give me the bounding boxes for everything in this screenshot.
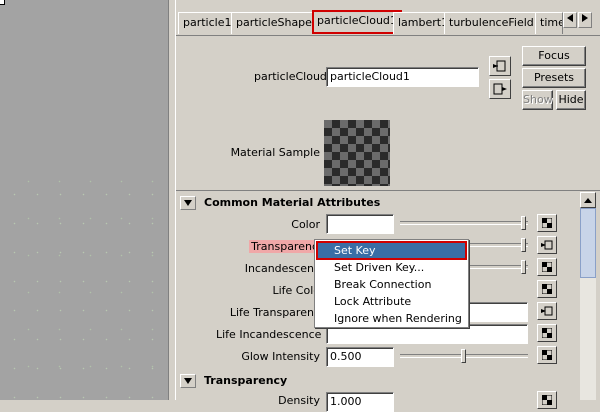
- input-output-icon: [541, 240, 553, 250]
- density-label: Density: [278, 394, 320, 407]
- checker-map-icon: [542, 284, 552, 294]
- tab-time1[interactable]: time1: [535, 12, 563, 34]
- color-label: Color: [291, 218, 320, 231]
- context-menu-item-lock-attribute[interactable]: Lock Attribute: [317, 293, 466, 310]
- section-collapse-button[interactable]: [180, 374, 196, 388]
- input-connection-icon: [493, 60, 506, 72]
- tab-scroll-left-button[interactable]: [563, 12, 577, 28]
- glow-intensity-slider-thumb[interactable]: [460, 349, 466, 363]
- tab-turbulencefield1[interactable]: turbulenceField1: [444, 12, 546, 34]
- triangle-left-icon: [567, 14, 573, 22]
- tab-label: particle1: [183, 16, 232, 29]
- presets-button[interactable]: Presets: [522, 68, 586, 88]
- section-title-transparency: Transparency: [204, 374, 288, 387]
- tab-particle1[interactable]: particle1: [178, 12, 237, 34]
- tab-label: turbulenceField1: [449, 16, 541, 29]
- incandescence-slider-thumb[interactable]: [521, 260, 526, 274]
- color-slider-thumb[interactable]: [521, 216, 526, 230]
- color-map-button[interactable]: [537, 214, 557, 232]
- tab-label: particleCloud1: [317, 14, 397, 27]
- life-color-label: Life Colo: [272, 284, 320, 297]
- input-connection-button[interactable]: [489, 56, 511, 76]
- incandescence-map-button[interactable]: [537, 258, 557, 276]
- viewport-corner-border: [0, 0, 5, 5]
- context-menu: Set Key Set Driven Key... Break Connecti…: [314, 239, 469, 328]
- context-menu-item-set-key[interactable]: Set Key: [316, 241, 467, 260]
- life-transparency-label: Life Transparenc: [229, 306, 320, 319]
- section-title-common: Common Material Attributes: [204, 196, 381, 209]
- focus-button[interactable]: Focus: [522, 46, 586, 66]
- section-collapse-button[interactable]: [180, 196, 196, 210]
- attribute-editor: particle1 particleShape1 particleCloud1 …: [176, 0, 600, 412]
- life-transparency-connection-button[interactable]: [537, 302, 557, 320]
- node-name-field[interactable]: particleCloud1: [326, 67, 479, 87]
- color-swatch[interactable]: [326, 214, 394, 234]
- context-menu-item-break-connection[interactable]: Break Connection: [317, 276, 466, 293]
- transparency-slider-thumb[interactable]: [521, 238, 526, 252]
- glow-intensity-label: Glow Intensity: [241, 350, 320, 363]
- transparency-label: Transparenc: [216, 240, 320, 253]
- tab-bar: particle1 particleShape1 particleCloud1 …: [176, 8, 600, 36]
- context-menu-item-ignore-when-rendering[interactable]: Ignore when Rendering: [317, 310, 466, 327]
- tab-scroll-right-button[interactable]: [578, 12, 592, 28]
- life-incandescence-label: Life Incandescence: [216, 328, 322, 341]
- triangle-right-icon: [582, 14, 588, 22]
- incandescence-label: Incandescenc: [244, 262, 320, 275]
- attribute-panel-scrollbar[interactable]: [580, 192, 596, 400]
- panel-separator[interactable]: [168, 0, 176, 400]
- tab-particleshape1[interactable]: particleShape1: [231, 12, 324, 34]
- output-connection-button[interactable]: [489, 79, 511, 99]
- transparency-connection-button[interactable]: [537, 236, 557, 254]
- life-color-map-button[interactable]: [537, 280, 557, 298]
- viewport-top-area: [0, 0, 168, 175]
- density-field[interactable]: 1.000: [326, 392, 394, 412]
- transparency-label-text: Transparenc: [249, 240, 320, 253]
- life-incandescence-map-button[interactable]: [537, 324, 557, 342]
- triangle-down-icon: [184, 200, 192, 206]
- tab-particlecloud1[interactable]: particleCloud1: [312, 10, 402, 34]
- tab-label: particleShape1: [236, 16, 319, 29]
- triangle-up-icon: [584, 197, 592, 203]
- checker-map-icon: [542, 350, 552, 360]
- scroll-up-button[interactable]: [580, 192, 596, 208]
- checker-map-icon: [542, 395, 552, 405]
- input-output-icon: [541, 306, 553, 316]
- material-sample-swatch: [324, 120, 390, 186]
- color-slider-track[interactable]: [400, 221, 528, 225]
- context-menu-item-set-driven-key[interactable]: Set Driven Key...: [317, 259, 466, 276]
- show-button[interactable]: Show: [522, 90, 553, 110]
- tab-label: time1: [540, 16, 562, 29]
- output-connection-icon: [493, 83, 507, 95]
- density-map-button[interactable]: [537, 391, 557, 409]
- checker-map-icon: [542, 262, 552, 272]
- material-sample-label: Material Sample: [230, 146, 320, 159]
- node-name-label: particleCloud:: [254, 70, 331, 83]
- tab-label: lambert1: [398, 16, 449, 29]
- glow-intensity-field[interactable]: 0.500: [326, 347, 394, 367]
- hide-button[interactable]: Hide: [556, 90, 586, 110]
- glow-intensity-map-button[interactable]: [537, 346, 557, 364]
- checker-map-icon: [542, 328, 552, 338]
- viewport-panel[interactable]: [0, 0, 168, 400]
- triangle-down-icon: [184, 378, 192, 384]
- scroll-thumb[interactable]: [580, 208, 596, 278]
- checker-map-icon: [542, 218, 552, 228]
